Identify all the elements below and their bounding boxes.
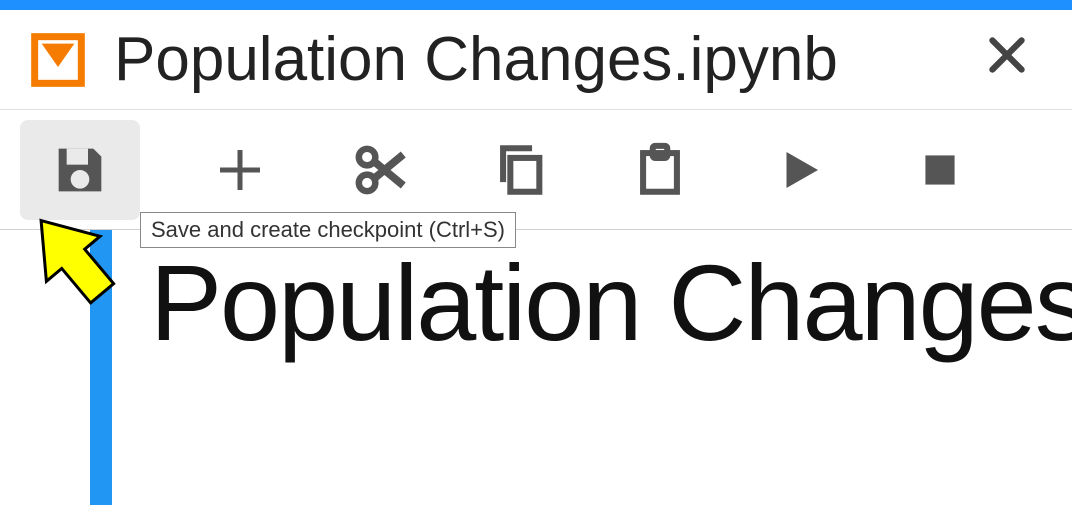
stop-icon (915, 145, 965, 195)
window-top-bar (0, 0, 1072, 10)
tab-bar: Population Changes.ipynb (0, 10, 1072, 110)
annotation-arrow-icon (10, 200, 130, 350)
close-icon[interactable] (982, 30, 1032, 89)
copy-button[interactable] (450, 120, 590, 220)
markdown-heading[interactable]: Population Changes (150, 240, 1072, 365)
toolbar: Save and create checkpoint (Ctrl+S) (0, 110, 1072, 230)
run-button[interactable] (730, 120, 870, 220)
tab-title[interactable]: Population Changes.ipynb (114, 24, 954, 95)
cut-icon (349, 139, 411, 201)
paste-button[interactable] (590, 120, 730, 220)
stop-button[interactable] (870, 120, 1010, 220)
paste-icon (631, 141, 689, 199)
play-icon (773, 143, 827, 197)
notebook-content: Population Changes (0, 230, 1072, 505)
save-icon (48, 138, 112, 202)
notebook-icon (30, 32, 86, 88)
add-cell-button[interactable] (170, 120, 310, 220)
cut-button[interactable] (310, 120, 450, 220)
save-tooltip: Save and create checkpoint (Ctrl+S) (140, 212, 516, 248)
plus-icon (210, 140, 270, 200)
copy-icon (491, 141, 549, 199)
